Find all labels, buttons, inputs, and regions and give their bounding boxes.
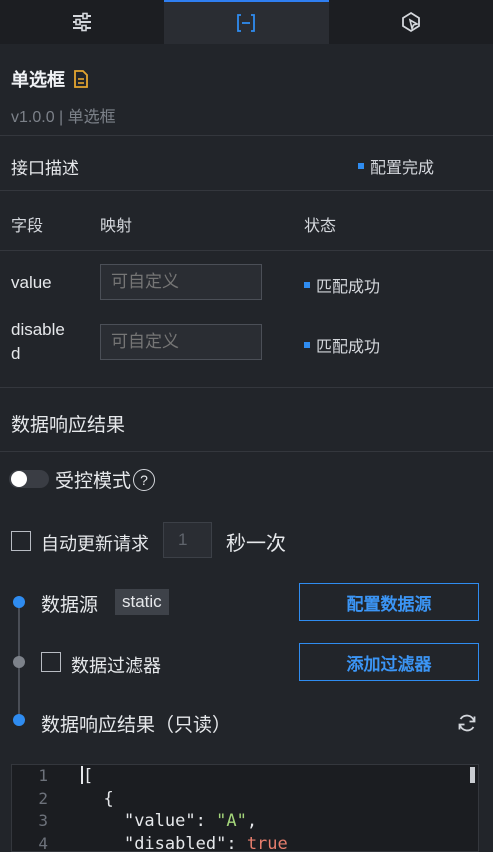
code-line: {: [83, 788, 114, 809]
divider: [0, 387, 493, 388]
field-value: value: [11, 273, 52, 292]
component-title: 单选框: [11, 66, 89, 92]
api-section-title: 接口描述: [11, 159, 79, 178]
mapping-input-value[interactable]: [100, 264, 262, 300]
code-line: [: [81, 765, 288, 788]
tab-data[interactable]: [164, 0, 329, 44]
bracket-data-icon: [237, 14, 256, 32]
mapping-input-disabled[interactable]: [100, 324, 262, 360]
add-filter-button[interactable]: 添加过滤器: [299, 643, 479, 681]
readonly-result-label: 数据响应结果（只读）: [41, 715, 232, 736]
tab-style-settings[interactable]: [0, 0, 165, 44]
toggle-knob: [11, 471, 27, 487]
divider: [0, 135, 493, 136]
api-status: 配置完成: [358, 154, 434, 178]
component-version: v1.0.0 | 单选框: [11, 109, 116, 126]
timeline-dot-source: [13, 596, 25, 608]
interval-suffix: 秒一次: [226, 533, 286, 555]
json-result-editor[interactable]: 1 2 3 4 [ { "value": "A", "disabled": tr…: [11, 764, 479, 852]
column-header-mapping: 映射: [100, 218, 133, 235]
tab-interaction[interactable]: [328, 0, 493, 44]
sliders-icon: [73, 12, 92, 32]
datasource-label: 数据源: [41, 595, 99, 616]
filter-label: 数据过滤器: [71, 656, 161, 676]
column-header-status: 状态: [304, 218, 337, 235]
api-status-text: 配置完成: [370, 160, 435, 177]
editor-scrollbar[interactable]: [470, 767, 475, 783]
line-number: 2: [38, 788, 48, 808]
controlled-mode-label: 受控模式 ?: [55, 466, 156, 493]
code-line: "value": "A",: [123, 811, 258, 831]
refresh-icon[interactable]: [456, 712, 478, 734]
divider: [0, 451, 493, 452]
auto-update-checkbox[interactable]: [11, 531, 31, 551]
mapping-status-value: 匹配成功: [304, 273, 380, 297]
line-number: 1: [38, 766, 48, 785]
status-dot: [304, 342, 310, 348]
timeline-dot-filter: [13, 656, 25, 668]
datasource-type-badge: static: [115, 589, 169, 615]
document-icon[interactable]: [73, 70, 89, 88]
interval-input[interactable]: [163, 522, 212, 558]
help-icon[interactable]: ?: [133, 468, 156, 491]
line-number-gutter: 1 2 3 4: [12, 765, 72, 852]
column-header-field: 字段: [11, 218, 44, 235]
code-line: "disabled": true: [123, 833, 288, 852]
timeline-dot-result: [13, 714, 25, 726]
status-dot: [304, 282, 310, 288]
filter-checkbox[interactable]: [41, 652, 61, 672]
status-dot: [358, 163, 364, 169]
configure-datasource-button[interactable]: 配置数据源: [299, 583, 479, 621]
response-section-title: 数据响应结果: [11, 415, 126, 436]
controlled-mode-text: 受控模式: [55, 471, 132, 492]
auto-update-label: 自动更新请求: [41, 534, 149, 554]
code-content: [ { "value": "A", "disabled": true: [81, 765, 288, 852]
controlled-mode-toggle[interactable]: [9, 470, 49, 488]
mapping-status-disabled: 匹配成功: [304, 333, 380, 357]
code-line-text: [: [83, 766, 94, 786]
divider: [0, 250, 493, 251]
mapping-status-text: 匹配成功: [316, 339, 381, 356]
line-number: 4: [38, 833, 48, 852]
component-name: 单选框: [11, 70, 65, 90]
divider: [0, 190, 493, 191]
mapping-status-text: 匹配成功: [316, 279, 381, 296]
field-disabled: disable d: [11, 320, 65, 363]
line-number: 3: [38, 811, 48, 830]
tab-bar: [0, 0, 493, 44]
interaction-icon: [401, 11, 420, 33]
